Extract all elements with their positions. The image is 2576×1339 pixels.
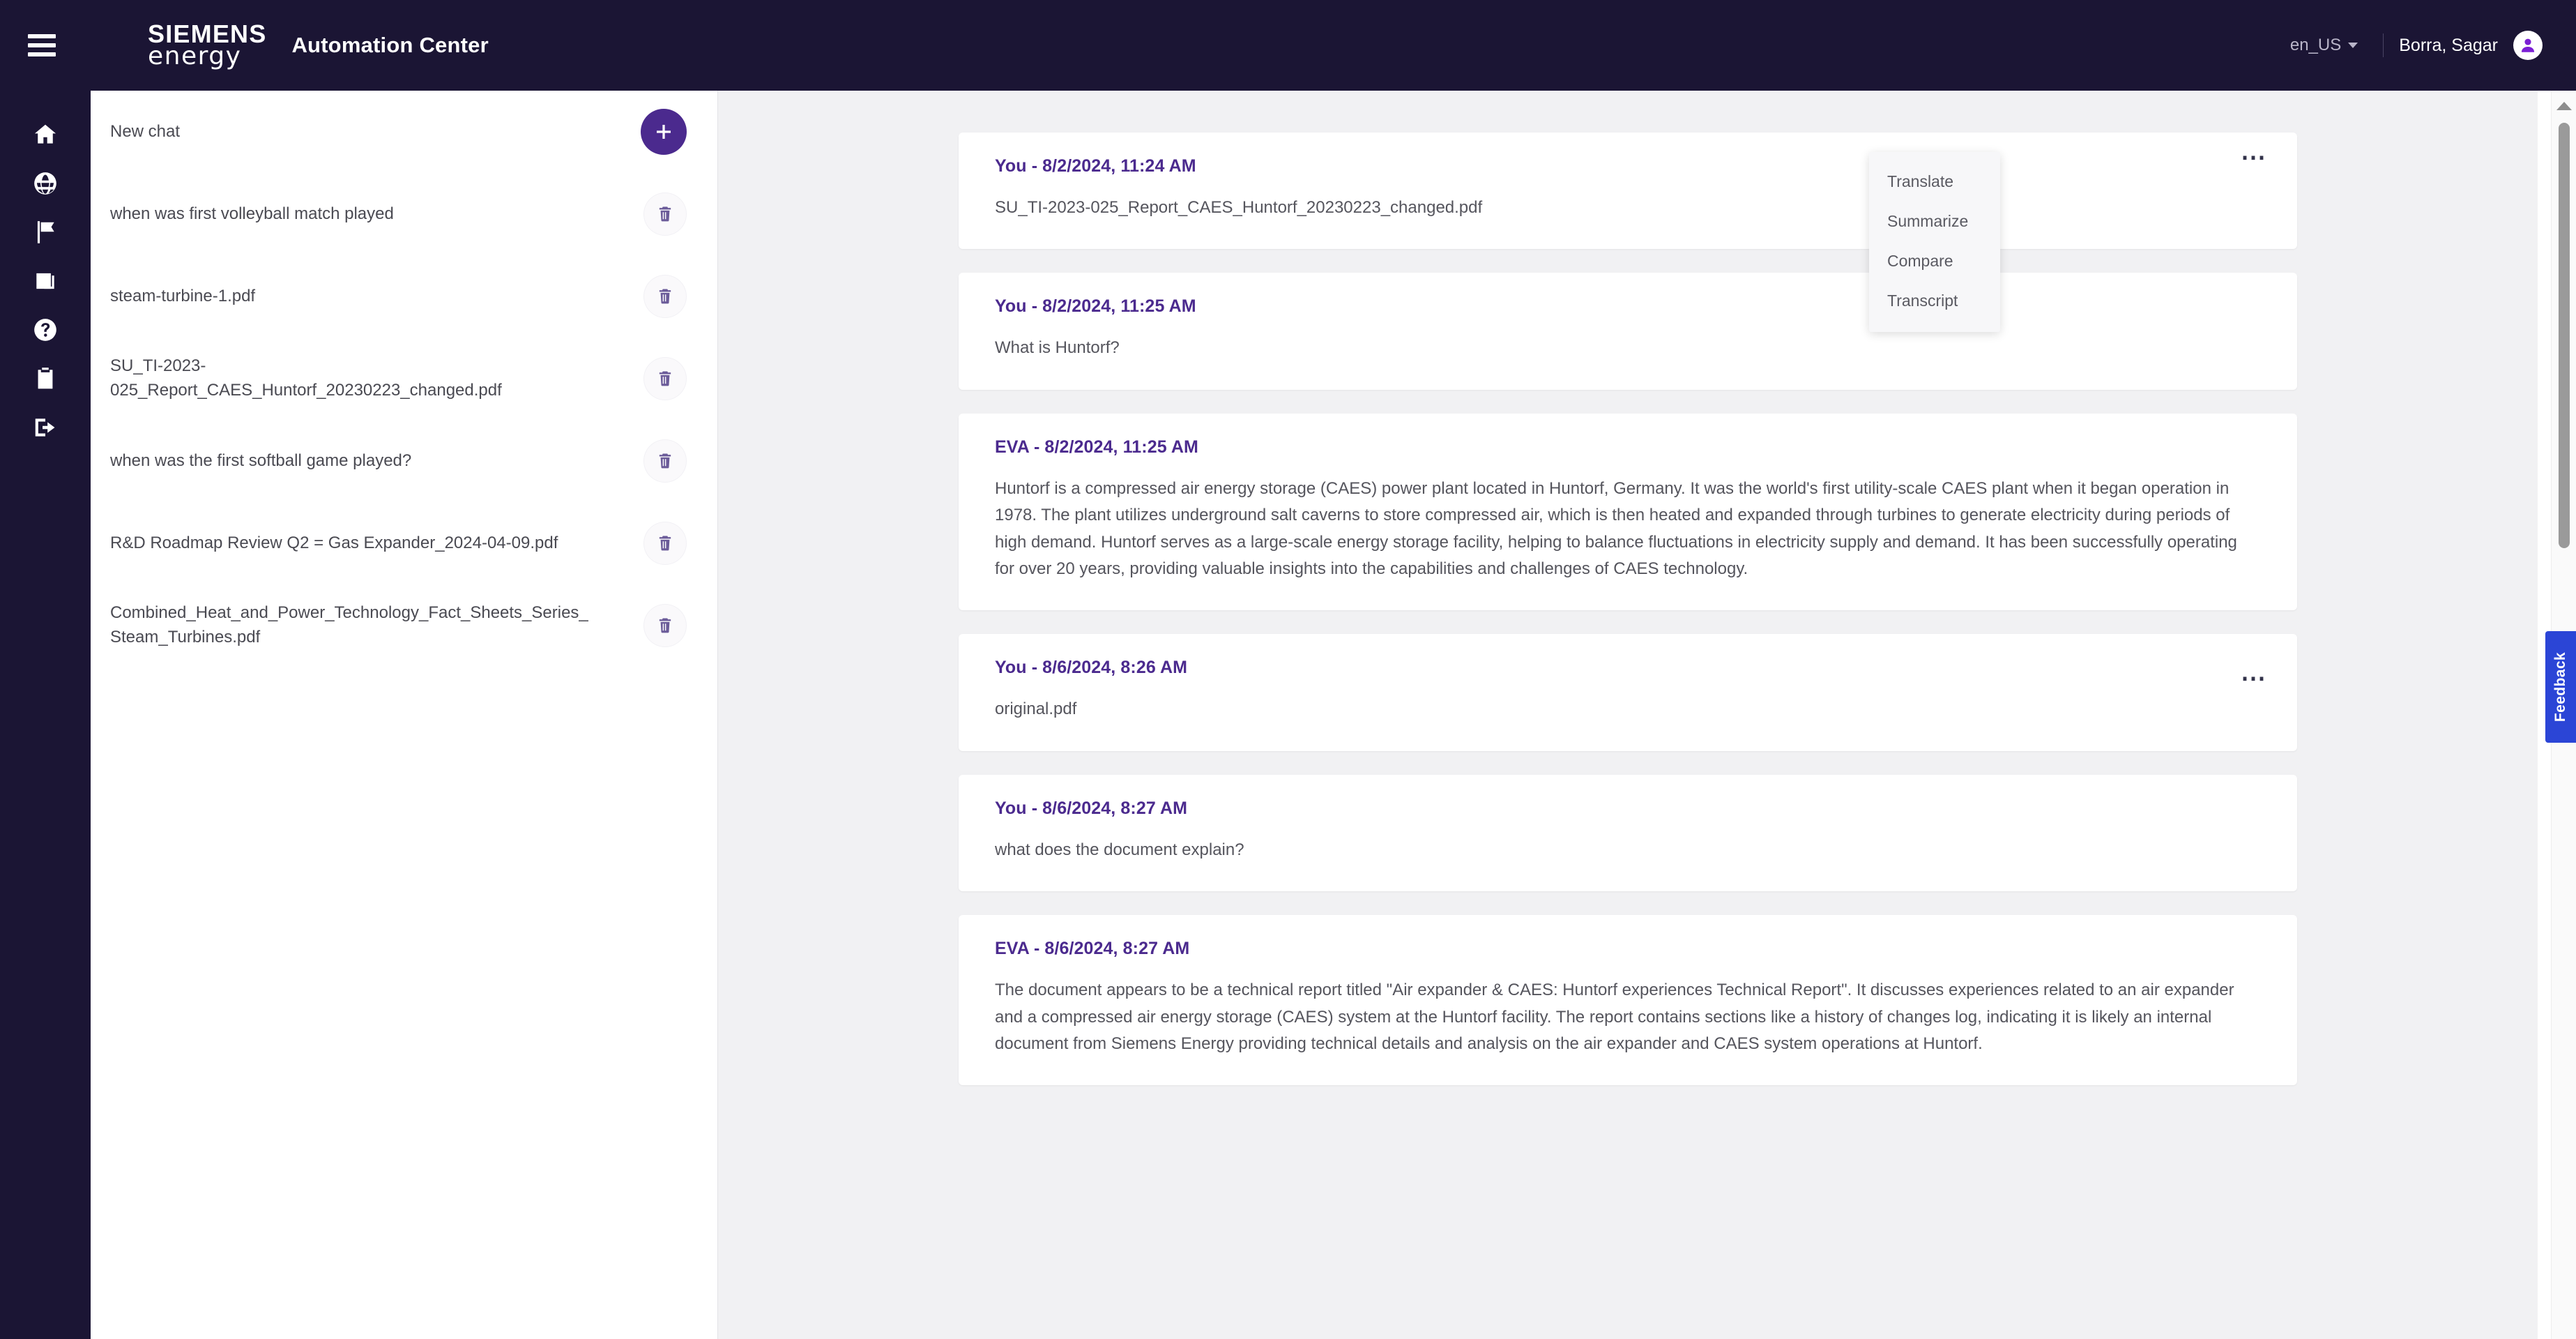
- delete-chat-button[interactable]: [643, 192, 687, 236]
- chevron-down-icon: [2348, 43, 2358, 48]
- user-name-label: Borra, Sagar: [2399, 36, 2498, 56]
- brand-energy-text: energy: [148, 45, 266, 68]
- message-card: EVA - 8/6/2024, 8:27 AM The document app…: [959, 915, 2297, 1085]
- message-options-button[interactable]: ⋯: [2241, 672, 2268, 684]
- chat-item-label: R&D Roadmap Review Q2 = Gas Expander_202…: [110, 531, 558, 556]
- siemens-energy-logo: SIEMENS energy: [148, 23, 266, 67]
- hamburger-bar: [28, 52, 56, 56]
- delete-chat-button[interactable]: [643, 439, 687, 483]
- message-card: You - 8/2/2024, 11:25 AM What is Huntorf…: [959, 273, 2297, 389]
- left-icon-rail: [0, 91, 91, 1339]
- user-avatar-icon: [2519, 36, 2537, 54]
- home-icon: [32, 121, 59, 148]
- message-author-timestamp: You - 8/6/2024, 8:27 AM: [995, 799, 2261, 819]
- sidebar-item-globe[interactable]: [0, 159, 91, 208]
- message-card: EVA - 8/2/2024, 11:25 AM Huntorf is a co…: [959, 414, 2297, 611]
- globe-icon: [32, 170, 59, 197]
- message-body: The document appears to be a technical r…: [995, 977, 2261, 1057]
- message-options-button[interactable]: ⋯: [2241, 151, 2268, 163]
- menu-item-translate[interactable]: Translate: [1869, 162, 2000, 202]
- message-context-menu: Translate Summarize Compare Transcript: [1869, 152, 2000, 332]
- new-chat-row[interactable]: New chat: [91, 91, 717, 173]
- avatar[interactable]: [2513, 31, 2543, 60]
- feedback-tab-button[interactable]: Feedback: [2545, 631, 2576, 743]
- list-item[interactable]: steam-turbine-1.pdf: [91, 255, 717, 338]
- scrollbar-thumb[interactable]: [2559, 123, 2570, 548]
- hamburger-bar: [28, 34, 56, 38]
- trash-icon: [655, 534, 675, 553]
- delete-chat-button[interactable]: [643, 357, 687, 400]
- locale-selector[interactable]: en_US: [2280, 36, 2368, 55]
- chat-list-panel: New chat when was first volleyball match…: [91, 91, 718, 1339]
- delete-chat-button[interactable]: [643, 604, 687, 647]
- message-author-timestamp: EVA - 8/6/2024, 8:27 AM: [995, 939, 2261, 959]
- chat-item-label: SU_TI-2023-025_Report_CAES_Huntorf_20230…: [110, 354, 591, 403]
- logout-icon: [32, 414, 59, 441]
- chat-item-label: steam-turbine-1.pdf: [110, 285, 255, 309]
- pages-icon: [32, 268, 59, 294]
- list-item[interactable]: when was the first softball game played?: [91, 420, 717, 502]
- message-author-timestamp: You - 8/2/2024, 11:24 AM: [995, 156, 2261, 176]
- menu-item-transcript[interactable]: Transcript: [1869, 281, 2000, 321]
- clipboard-icon: [32, 365, 59, 392]
- message-body: SU_TI-2023-025_Report_CAES_Huntorf_20230…: [995, 195, 2261, 221]
- sidebar-item-flag[interactable]: [0, 208, 91, 257]
- delete-chat-button[interactable]: [643, 522, 687, 565]
- trash-icon: [655, 369, 675, 388]
- menu-item-compare[interactable]: Compare: [1869, 241, 2000, 281]
- sidebar-item-pages[interactable]: [0, 257, 91, 305]
- message-card: You - 8/6/2024, 8:27 AM what does the do…: [959, 775, 2297, 891]
- trash-icon: [655, 451, 675, 471]
- hamburger-bar: [28, 43, 56, 47]
- plus-icon: [653, 121, 674, 142]
- sidebar-item-home[interactable]: [0, 110, 91, 159]
- message-author-timestamp: You - 8/6/2024, 8:26 AM: [995, 658, 2261, 678]
- message-body: original.pdf: [995, 696, 2261, 723]
- page-title: Automation Center: [291, 33, 488, 58]
- message-author-timestamp: You - 8/2/2024, 11:25 AM: [995, 296, 2261, 317]
- menu-item-summarize[interactable]: Summarize: [1869, 202, 2000, 241]
- sidebar-item-logout[interactable]: [0, 403, 91, 452]
- chat-item-label: when was the first softball game played?: [110, 449, 411, 474]
- divider: [2383, 33, 2384, 57]
- list-item[interactable]: Combined_Heat_and_Power_Technology_Fact_…: [91, 584, 717, 667]
- new-chat-label: New chat: [110, 120, 180, 144]
- sidebar-item-help[interactable]: [0, 305, 91, 354]
- chat-item-label: Combined_Heat_and_Power_Technology_Fact_…: [110, 601, 591, 650]
- list-item[interactable]: R&D Roadmap Review Q2 = Gas Expander_202…: [91, 502, 717, 584]
- flag-icon: [32, 219, 59, 245]
- chat-item-label: when was first volleyball match played: [110, 202, 394, 227]
- question-circle-icon: [32, 317, 59, 343]
- message-body: Huntorf is a compressed air energy stora…: [995, 476, 2261, 583]
- message-body: what does the document explain?: [995, 837, 2261, 863]
- message-card: You - 8/2/2024, 11:24 AM SU_TI-2023-025_…: [959, 133, 2297, 249]
- locale-label: en_US: [2290, 36, 2341, 55]
- trash-icon: [655, 287, 675, 306]
- conversation-area: You - 8/2/2024, 11:24 AM SU_TI-2023-025_…: [718, 91, 2538, 1339]
- delete-chat-button[interactable]: [643, 275, 687, 318]
- message-card: You - 8/6/2024, 8:26 AM original.pdf ⋯: [959, 634, 2297, 750]
- hamburger-menu-icon[interactable]: [0, 0, 84, 91]
- add-chat-button[interactable]: [641, 109, 687, 155]
- header-right-controls: en_US Borra, Sagar: [2280, 31, 2576, 60]
- feedback-label: Feedback: [2552, 652, 2569, 722]
- scroll-up-arrow-icon[interactable]: [2556, 102, 2572, 110]
- message-author-timestamp: EVA - 8/2/2024, 11:25 AM: [995, 437, 2261, 457]
- sidebar-item-clipboard[interactable]: [0, 354, 91, 403]
- trash-icon: [655, 204, 675, 224]
- top-header: SIEMENS energy Automation Center en_US B…: [0, 0, 2576, 91]
- list-item[interactable]: when was first volleyball match played: [91, 173, 717, 255]
- message-body: What is Huntorf?: [995, 335, 2261, 361]
- list-item[interactable]: SU_TI-2023-025_Report_CAES_Huntorf_20230…: [91, 338, 717, 420]
- trash-icon: [655, 616, 675, 635]
